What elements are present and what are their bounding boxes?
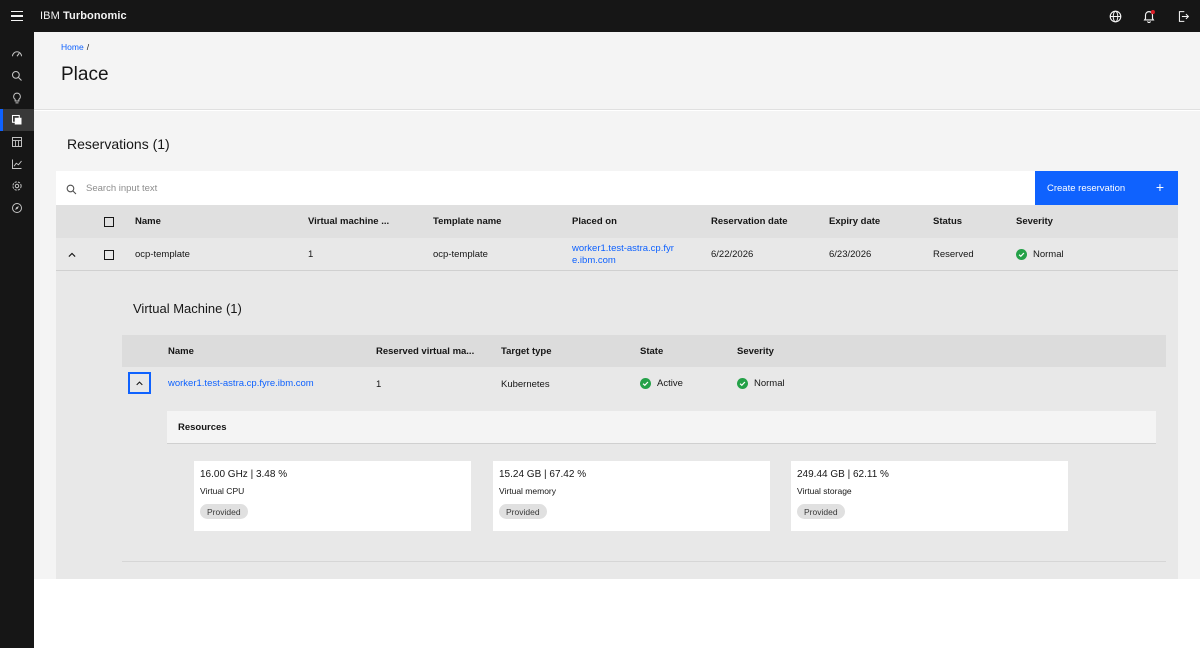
col-status[interactable]: Status [933,205,962,238]
search-icon [66,182,77,200]
vm-col-severity[interactable]: Severity [737,335,774,367]
expanded-row-panel: Virtual Machine (1) Name Reserved virtua… [56,271,1178,579]
planner-icon[interactable] [0,131,34,153]
resource-label: Virtual storage [797,486,852,496]
col-severity[interactable]: Severity [1016,205,1053,238]
chevron-up-icon [136,380,143,385]
vm-col-reserved[interactable]: Reserved virtual ma... [376,335,474,367]
create-reservation-label: Create reservation [1047,182,1126,194]
col-name[interactable]: Name [135,205,161,238]
side-nav [0,32,34,648]
resource-card-cpu: 16.00 GHz | 3.48 % Virtual CPU Provided [194,461,471,531]
vm-state: Active [640,367,683,399]
table-header-row: Name Virtual machine ... Template name P… [56,205,1178,238]
col-template[interactable]: Template name [433,205,501,238]
header-actions [1098,0,1200,32]
check-circle-icon [737,377,748,389]
vm-name-link[interactable]: worker1.test-astra.cp.fyre.ibm.com [168,378,314,390]
breadcrumb-separator: / [86,42,90,52]
place-icon[interactable] [0,109,34,131]
resource-card-memory: 15.24 GB | 67.42 % Virtual memory Provid… [493,461,770,531]
main-content: Home / Place Reservations (1) Create res… [34,32,1200,648]
plus-icon: + [1155,179,1164,195]
vm-section-title: Virtual Machine (1) [133,301,242,316]
brand-logo[interactable]: IBM Turbonomic [40,10,127,22]
vm-severity-label: Normal [754,377,785,389]
resource-label: Virtual CPU [200,486,245,496]
globe-icon[interactable] [1098,0,1132,32]
vm-col-name[interactable]: Name [168,335,194,367]
select-all-cell [104,205,114,238]
resource-value: 16.00 GHz | 3.48 % [200,469,288,480]
brand-name: Turbonomic [63,10,127,22]
dashboard-icon[interactable] [0,43,34,65]
vm-col-state[interactable]: State [640,335,663,367]
col-reservation-date[interactable]: Reservation date [711,205,788,238]
row-severity-label: Normal [1033,249,1064,260]
table-row: ocp-template 1 ocp-template worker1.test… [56,238,1178,271]
vm-name-cell: worker1.test-astra.cp.fyre.ibm.com [168,367,314,401]
placed-on-link[interactable]: worker1.test-astra.cp.fyr e.ibm.com [572,243,674,267]
app-root: IBM Turbonomic Home / Place Reservations… [0,0,1200,648]
resource-label: Virtual memory [499,486,556,496]
vm-reserved: 1 [376,378,382,390]
row-name: ocp-template [135,249,190,260]
vm-table-row: worker1.test-astra.cp.fyre.ibm.com 1 Kub… [122,367,1166,401]
collapse-row-button[interactable] [67,238,77,271]
resource-card-storage: 249.44 GB | 62.11 % Virtual storage Prov… [791,461,1068,531]
table-toolbar: Create reservation + [56,171,1178,205]
reservations-section: Reservations (1) Create reservation + Na… [34,111,1200,579]
provided-tag: Provided [499,504,547,519]
provided-tag: Provided [797,504,845,519]
vm-severity: Normal [737,367,785,399]
col-placed-on[interactable]: Placed on [572,205,617,238]
hamburger-menu-icon[interactable] [0,0,34,32]
reservations-table: Name Virtual machine ... Template name P… [56,205,1178,579]
page-header: Home / Place [34,32,1200,110]
row-status: Reserved [933,249,974,260]
vm-table-header-row: Name Reserved virtual ma... Target type … [122,335,1166,367]
col-expiry-date[interactable]: Expiry date [829,205,880,238]
resources-header: Resources [167,411,1156,444]
vm-target-type: Kubernetes [501,378,550,390]
select-all-checkbox[interactable] [104,216,114,227]
row-placed-on: worker1.test-astra.cp.fyr e.ibm.com [572,238,674,271]
create-reservation-button[interactable]: Create reservation + [1035,171,1178,205]
resource-value: 15.24 GB | 67.42 % [499,469,587,480]
search-icon[interactable] [0,65,34,87]
check-circle-icon [1016,249,1027,260]
chart-icon[interactable] [0,153,34,175]
top-header: IBM Turbonomic [0,0,1200,32]
notification-icon[interactable] [1132,0,1166,32]
row-expiry-date: 6/23/2026 [829,249,872,260]
row-vm-count: 1 [308,249,314,260]
provided-tag: Provided [200,504,248,519]
page-title: Place [61,64,109,85]
compass-icon[interactable] [0,197,34,219]
settings-icon[interactable] [0,175,34,197]
placed-on-line1: worker1.test-astra.cp.fyr [572,242,674,254]
row-checkbox-cell [104,238,114,271]
brand-prefix: IBM [40,10,60,22]
reservations-title: Reservations (1) [67,136,170,152]
chevron-up-icon [68,252,76,257]
lightbulb-icon[interactable] [0,87,34,109]
breadcrumb-home-link[interactable]: Home [61,42,84,52]
vm-col-target-type[interactable]: Target type [501,335,552,367]
logout-icon[interactable] [1166,0,1200,32]
placed-on-line2: e.ibm.com [572,254,616,266]
search-input[interactable] [86,171,986,205]
vm-table: Name Reserved virtual ma... Target type … [122,335,1166,401]
resource-value: 249.44 GB | 62.11 % [797,469,889,480]
section-divider [122,561,1166,562]
col-vm-count[interactable]: Virtual machine ... [308,205,389,238]
row-severity: Normal [1016,238,1064,271]
vm-state-label: Active [657,377,683,389]
vm-collapse-button[interactable] [128,372,151,394]
row-reservation-date: 6/22/2026 [711,249,754,260]
breadcrumb: Home / [61,42,89,52]
row-checkbox[interactable] [104,249,114,260]
row-template: ocp-template [433,249,488,260]
check-circle-icon [640,377,651,389]
